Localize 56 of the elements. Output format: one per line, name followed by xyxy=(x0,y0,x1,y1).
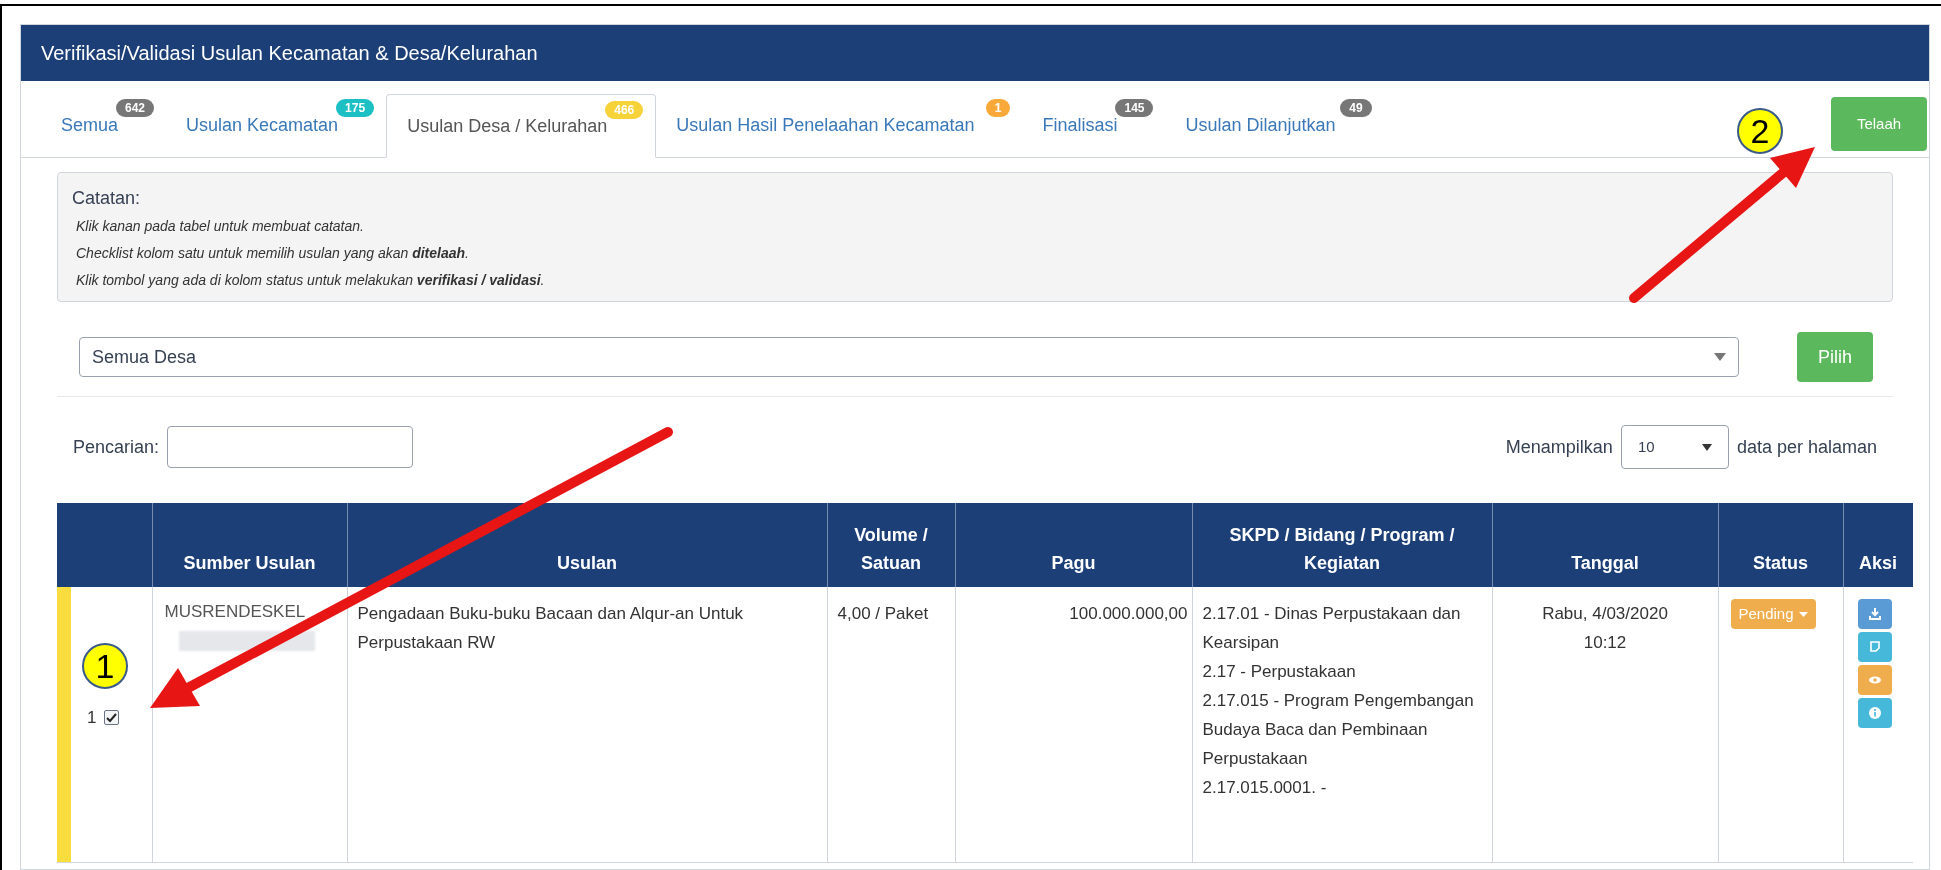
telaah-button[interactable]: Telaah xyxy=(1831,97,1927,151)
column-header: Sumber Usulan xyxy=(152,503,347,587)
tab[interactable]: Finalisasi 145 xyxy=(1022,93,1166,157)
column-header: Tanggal xyxy=(1492,503,1718,587)
notes-title: Catatan: xyxy=(72,187,142,210)
note-button[interactable] xyxy=(1857,632,1892,662)
pilih-button[interactable]: Pilih xyxy=(1797,332,1873,382)
table-cell-text: 10:12 xyxy=(1582,632,1628,654)
search-label: Pencarian: xyxy=(73,435,160,459)
dropdown-caret-icon xyxy=(1714,353,1726,361)
table-cell-text: Rabu, 4/03/2020 xyxy=(1541,603,1669,625)
table-cell: 4,00 / Paket xyxy=(827,587,955,862)
column-header: SKPD / Bidang / Program / Kegiatan xyxy=(1192,503,1492,587)
count-badge: 145 xyxy=(1115,99,1154,117)
panel-title: Verifikasi/Validasi Usulan Kecamatan & Desa/Kelurahan xyxy=(41,41,538,66)
page-size-label: data per halaman xyxy=(1736,435,1877,459)
count-badge: 642 xyxy=(116,99,155,117)
note-line: Klik tombol yang ada di kolom status untuk melakukan verifikasi / validasi. xyxy=(76,271,546,290)
table-cell-text: 2.17 - Perpustakaan xyxy=(1202,661,1357,683)
download-button[interactable] xyxy=(1857,599,1892,629)
dropdown-caret-icon xyxy=(1701,443,1712,451)
info-icon xyxy=(1866,705,1883,721)
tab[interactable]: Semua 642 xyxy=(41,93,167,157)
caret-icon xyxy=(1798,611,1808,617)
table-cell-text: 2.17.01 - Dinas Perpustakaan dan Kearsipan xyxy=(1202,603,1462,654)
count-badge: 49 xyxy=(1340,99,1372,117)
column-header: Usulan xyxy=(347,503,827,587)
tab[interactable]: Usulan Desa / Kelurahan 466 xyxy=(386,94,657,158)
column-header: Pagu xyxy=(955,503,1192,587)
search-field[interactable] xyxy=(167,426,414,468)
page-size-label: Menampilkan xyxy=(1505,435,1613,459)
table-cell-text: 2.17.015 - Program Pengembangan Budaya Baca dan Pembinaan Perpustakaan xyxy=(1202,690,1475,770)
column-header: Aksi xyxy=(1843,503,1913,587)
info-button[interactable] xyxy=(1857,698,1892,728)
tab[interactable]: Usulan Kecamatan 175 xyxy=(166,93,387,157)
table-cell-text: MUSRENDESKEL xyxy=(164,601,307,623)
desa-select[interactable]: Semua Desa xyxy=(79,337,1739,377)
select-value: 10 xyxy=(1637,436,1655,457)
download-icon xyxy=(1866,606,1883,622)
note-line: Checklist kolom satu untuk memilih usulan yang akan ditelaah. xyxy=(76,244,470,263)
count-badge: 175 xyxy=(336,99,375,117)
select-value: Semua Desa xyxy=(92,345,197,369)
eye-button[interactable] xyxy=(1857,665,1892,695)
table-cell-text: 2.17.015.0001. - xyxy=(1202,777,1328,799)
checkbox[interactable] xyxy=(104,710,120,726)
column-header: Status xyxy=(1718,503,1843,587)
page-size-select[interactable]: 10 xyxy=(1620,425,1729,469)
note-line: Klik kanan pada tabel untuk membuat catatan. xyxy=(76,217,365,236)
table-cell: 100.000.000,00 xyxy=(955,587,1192,862)
column-header: Volume / Satuan xyxy=(827,503,955,587)
count-badge: 466 xyxy=(605,101,644,119)
tab[interactable]: Usulan Dilanjutkan 49 xyxy=(1165,93,1384,157)
row-number: 1 xyxy=(87,707,97,729)
table-cell: Pengadaan Buku-buku Bacaan dan Alqur-an Untuk Perpustakaan RW xyxy=(347,587,827,862)
tab[interactable]: Usulan Hasil Penelaahan Kecamatan 1 xyxy=(656,93,1023,157)
count-badge: 1 xyxy=(985,99,1011,117)
